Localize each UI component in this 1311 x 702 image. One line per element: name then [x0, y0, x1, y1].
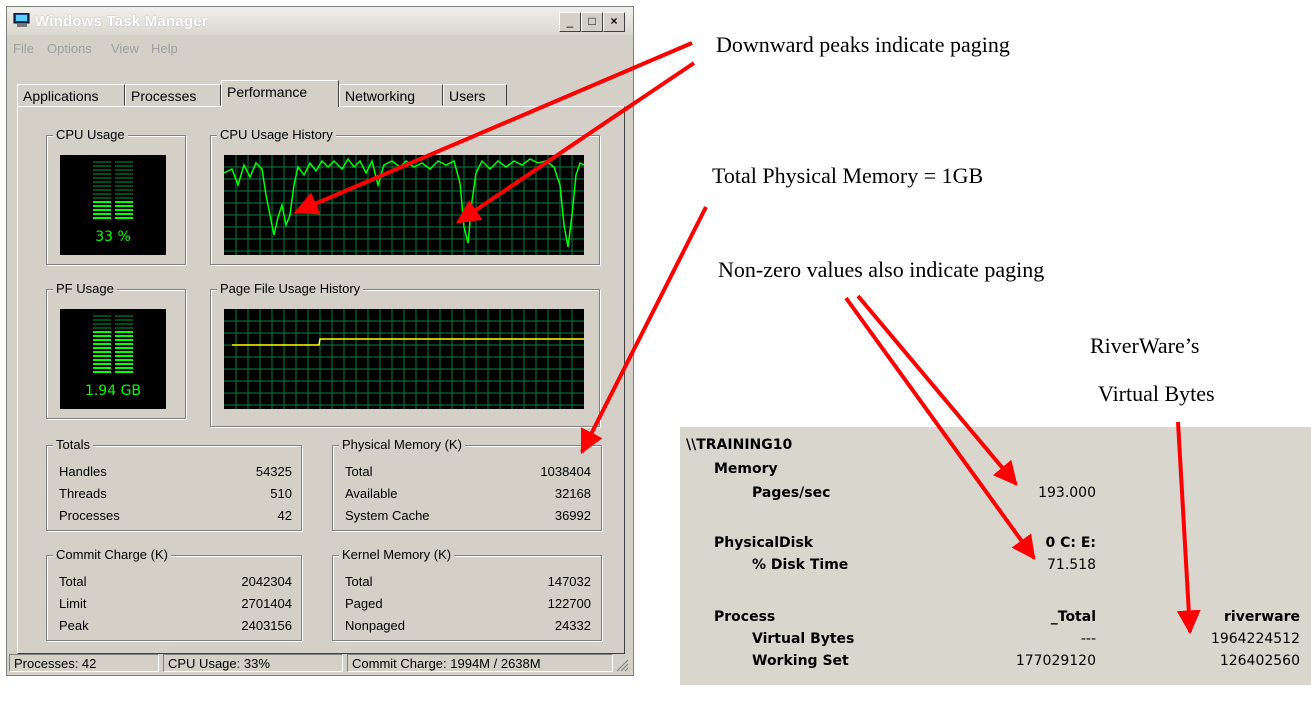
- arrow-cpu-dip-2: [456, 61, 696, 224]
- annotation-arrows: [293, 41, 1201, 635]
- arrow-physical-memory: [580, 206, 708, 455]
- arrow-pages-sec: [856, 294, 1018, 486]
- tab-performance[interactable]: Performance: [221, 80, 339, 107]
- arrow-disk-time: [844, 296, 1036, 560]
- arrow-cpu-dip-1: [293, 41, 693, 215]
- arrow-virtual-bytes: [1176, 421, 1201, 635]
